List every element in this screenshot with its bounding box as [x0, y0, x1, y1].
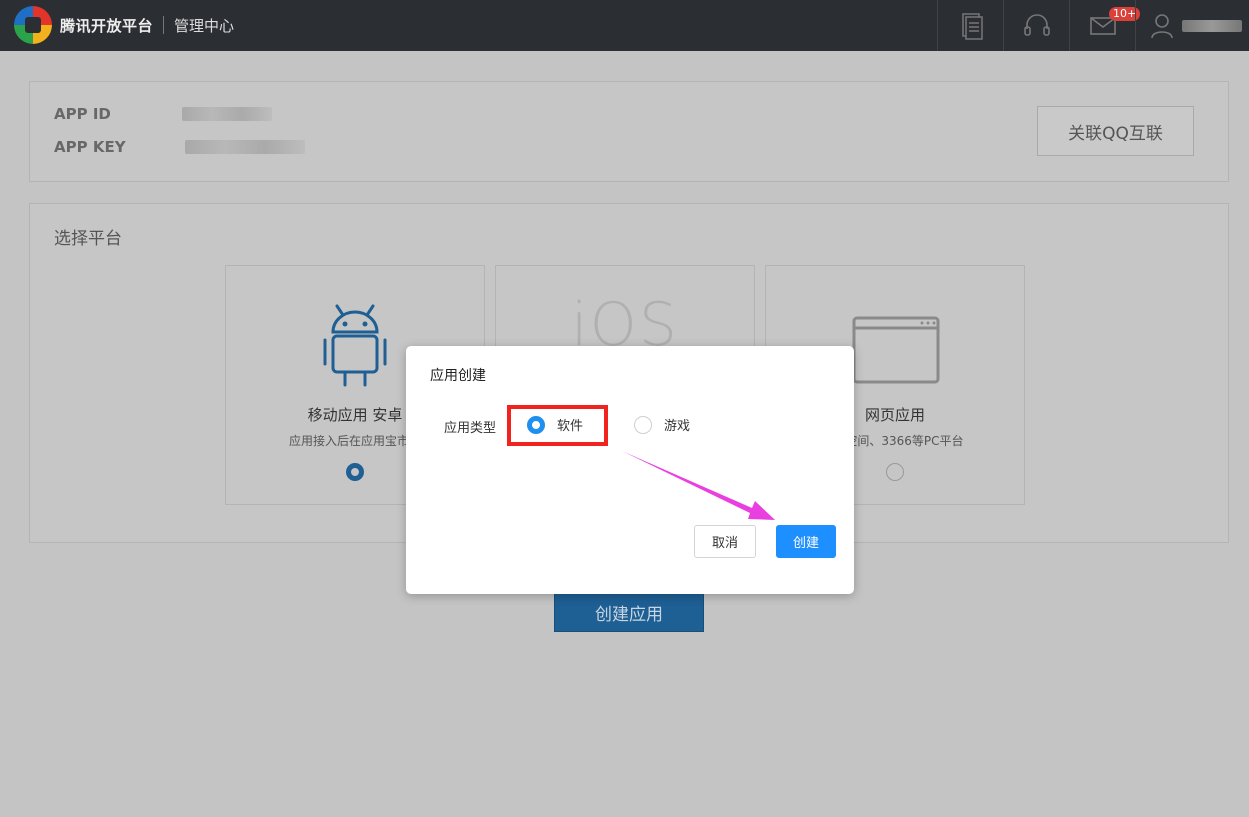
app-key-label: APP KEY: [54, 138, 126, 156]
cancel-button[interactable]: 取消: [694, 525, 756, 558]
support-nav-button[interactable]: [1003, 0, 1069, 51]
app-key-value-redacted: [185, 140, 305, 154]
android-radio[interactable]: [346, 463, 364, 481]
software-radio[interactable]: [527, 415, 545, 434]
game-radio[interactable]: [634, 415, 652, 434]
create-app-button[interactable]: 创建应用: [554, 592, 704, 632]
document-icon: [961, 12, 983, 40]
brand[interactable]: 腾讯开放平台 管理中心: [14, 4, 234, 46]
create-app-dialog: 应用创建 应用类型 软件 游戏 取消 创建: [406, 346, 854, 594]
top-nav-icons: 10+: [937, 0, 1249, 51]
software-option-label: 软件: [557, 419, 584, 434]
user-menu[interactable]: [1135, 0, 1249, 51]
web-radio[interactable]: [886, 463, 904, 481]
messages-nav-button[interactable]: 10+: [1069, 0, 1141, 51]
app-type-label: 应用类型: [444, 421, 497, 436]
associate-qq-connect-button[interactable]: 关联QQ互联: [1037, 106, 1194, 156]
brand-divider: [163, 16, 165, 34]
app-info-panel: APP ID APP KEY 关联QQ互联: [29, 81, 1229, 182]
user-icon: [1151, 13, 1173, 38]
create-button[interactable]: 创建: [776, 525, 836, 558]
brand-name: 腾讯开放平台: [60, 16, 154, 35]
app-type-option-software[interactable]: 软件: [527, 415, 583, 434]
game-option-label: 游戏: [664, 419, 691, 434]
username-redacted: [1182, 19, 1242, 32]
app-type-option-game[interactable]: 游戏: [634, 415, 690, 434]
browser-window-icon: [852, 316, 940, 384]
platform-section-title: 选择平台: [54, 229, 122, 249]
app-id-value-redacted: [182, 107, 272, 121]
tencent-open-platform-logo: [14, 6, 52, 44]
docs-nav-button[interactable]: [937, 0, 1003, 51]
android-icon: [323, 304, 387, 387]
section-title: 管理中心: [174, 16, 235, 35]
headset-icon: [1023, 13, 1050, 36]
top-navigation-bar: 腾讯开放平台 管理中心 10+: [0, 0, 1249, 51]
app-id-label: APP ID: [54, 105, 111, 123]
dialog-title: 应用创建: [430, 368, 486, 384]
